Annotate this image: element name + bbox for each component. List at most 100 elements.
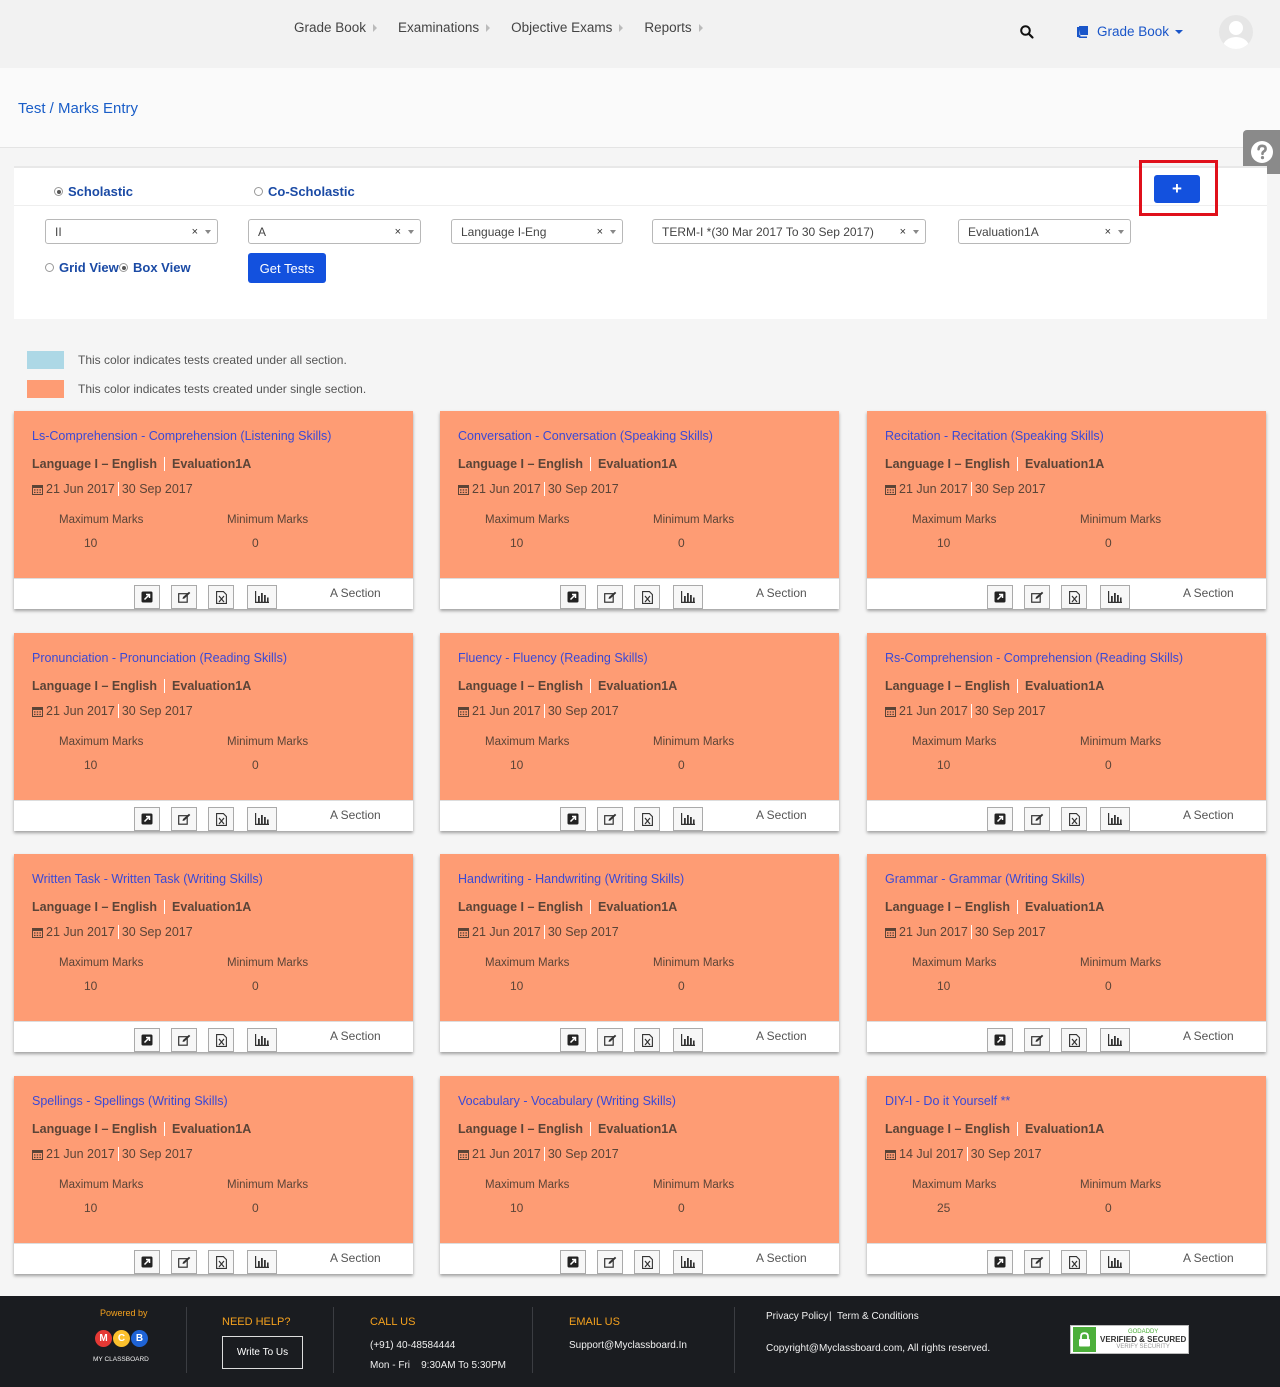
evaluation-select[interactable]: Evaluation1A ×: [958, 219, 1131, 244]
excel-export-button[interactable]: [634, 1250, 660, 1274]
get-tests-button[interactable]: Get Tests: [248, 253, 326, 283]
open-test-button[interactable]: [134, 1250, 160, 1274]
open-test-button[interactable]: [987, 1028, 1013, 1052]
test-title-link[interactable]: Handwriting - Handwriting (Writing Skill…: [458, 872, 684, 886]
open-test-button[interactable]: [134, 1028, 160, 1052]
open-test-button[interactable]: [134, 807, 160, 831]
edit-test-button[interactable]: [1024, 807, 1050, 831]
add-test-button[interactable]: +: [1154, 175, 1200, 203]
excel-export-button[interactable]: [634, 585, 660, 609]
user-avatar[interactable]: [1219, 15, 1253, 49]
edit-test-button[interactable]: [1024, 585, 1050, 609]
test-subject: Language I – English: [458, 1122, 584, 1136]
excel-export-button[interactable]: [634, 1028, 660, 1052]
excel-export-button[interactable]: [208, 1250, 234, 1274]
edit-test-button[interactable]: [171, 1250, 197, 1274]
test-title-link[interactable]: Grammar - Grammar (Writing Skills): [885, 872, 1085, 886]
edit-test-button[interactable]: [1024, 1028, 1050, 1052]
open-test-button[interactable]: [560, 1028, 586, 1052]
search-icon[interactable]: [1019, 24, 1035, 40]
report-chart-button[interactable]: [1100, 807, 1130, 831]
edit-test-button[interactable]: [1024, 1250, 1050, 1274]
test-title-link[interactable]: Pronunciation - Pronunciation (Reading S…: [32, 651, 287, 665]
edit-test-button[interactable]: [597, 1028, 623, 1052]
open-test-button[interactable]: [987, 807, 1013, 831]
section-select[interactable]: A ×: [248, 219, 421, 244]
card-actions: A Section: [867, 800, 1266, 831]
edit-test-button[interactable]: [597, 807, 623, 831]
open-test-button[interactable]: [560, 807, 586, 831]
excel-export-button[interactable]: [208, 585, 234, 609]
nav-objective-exams[interactable]: Objective Exams: [511, 20, 624, 35]
report-chart-button[interactable]: [673, 585, 703, 609]
test-title-link[interactable]: Vocabulary - Vocabulary (Writing Skills): [458, 1094, 676, 1108]
excel-export-button[interactable]: [1061, 807, 1087, 831]
test-title-link[interactable]: Spellings - Spellings (Writing Skills): [32, 1094, 228, 1108]
nav-grade-book[interactable]: Grade Book: [294, 20, 378, 35]
clear-icon[interactable]: ×: [900, 226, 906, 238]
excel-export-button[interactable]: [1061, 1250, 1087, 1274]
link-separator: |: [829, 1311, 832, 1322]
report-chart-button[interactable]: [673, 807, 703, 831]
report-chart-button[interactable]: [247, 1250, 277, 1274]
legend-text: This color indicates tests created under…: [78, 353, 347, 367]
email-us-heading: EMAIL US: [569, 1316, 620, 1328]
test-title-link[interactable]: Ls-Comprehension - Comprehension (Listen…: [32, 429, 331, 443]
report-chart-button[interactable]: [247, 585, 277, 609]
edit-test-button[interactable]: [171, 585, 197, 609]
open-test-button[interactable]: [987, 585, 1013, 609]
max-marks-label: Maximum Marks: [485, 957, 570, 969]
test-title-link[interactable]: Fluency - Fluency (Reading Skills): [458, 651, 648, 665]
scholastic-radio[interactable]: Scholastic: [54, 184, 133, 199]
class-select[interactable]: II ×: [45, 219, 218, 244]
excel-export-button[interactable]: [634, 807, 660, 831]
test-title-link[interactable]: DIY-I - Do it Yourself **: [885, 1094, 1010, 1108]
select-value: A: [258, 224, 267, 239]
open-test-button[interactable]: [134, 585, 160, 609]
mcb-logo[interactable]: M C B: [95, 1330, 149, 1347]
test-title-link[interactable]: Rs-Comprehension - Comprehension (Readin…: [885, 651, 1183, 665]
write-to-us-button[interactable]: Write To Us: [222, 1336, 303, 1369]
report-chart-button[interactable]: [1100, 585, 1130, 609]
nav-reports[interactable]: Reports: [644, 20, 703, 35]
excel-export-button[interactable]: [1061, 1028, 1087, 1052]
report-chart-button[interactable]: [247, 807, 277, 831]
godaddy-seal[interactable]: GODADDY VERIFIED & SECURED VERIFY SECURI…: [1070, 1325, 1189, 1354]
open-test-button[interactable]: [560, 585, 586, 609]
excel-export-button[interactable]: [208, 807, 234, 831]
report-chart-button[interactable]: [1100, 1250, 1130, 1274]
test-title-link[interactable]: Conversation - Conversation (Speaking Sk…: [458, 429, 713, 443]
clear-icon[interactable]: ×: [597, 226, 603, 238]
co-scholastic-radio[interactable]: Co-Scholastic: [254, 184, 355, 199]
edit-test-button[interactable]: [597, 1250, 623, 1274]
subject-select[interactable]: Language I-Eng ×: [451, 219, 623, 244]
excel-icon: [215, 1033, 227, 1047]
test-title-link[interactable]: Recitation - Recitation (Speaking Skills…: [885, 429, 1104, 443]
report-chart-button[interactable]: [1100, 1028, 1130, 1052]
clear-icon[interactable]: ×: [1105, 226, 1111, 238]
open-test-button[interactable]: [560, 1250, 586, 1274]
edit-test-button[interactable]: [171, 1028, 197, 1052]
report-chart-button[interactable]: [673, 1028, 703, 1052]
report-chart-button[interactable]: [247, 1028, 277, 1052]
box-view-radio[interactable]: Box View: [119, 260, 191, 275]
privacy-policy-link[interactable]: Privacy Policy: [766, 1311, 828, 1322]
report-chart-button[interactable]: [673, 1250, 703, 1274]
grade-book-dropdown[interactable]: Grade Book: [1077, 24, 1184, 39]
edit-test-button[interactable]: [171, 807, 197, 831]
excel-export-button[interactable]: [208, 1028, 234, 1052]
support-email-link[interactable]: Support@Myclassboard.In: [569, 1340, 687, 1351]
open-test-button[interactable]: [987, 1250, 1013, 1274]
terms-link[interactable]: Term & Conditions: [837, 1311, 919, 1322]
nav-examinations[interactable]: Examinations: [398, 20, 491, 35]
min-marks-label: Minimum Marks: [227, 957, 309, 969]
term-select[interactable]: TERM-I *(30 Mar 2017 To 30 Sep 2017) ×: [652, 219, 926, 244]
excel-export-button[interactable]: [1061, 585, 1087, 609]
clear-icon[interactable]: ×: [192, 226, 198, 238]
external-link-icon: [994, 813, 1006, 825]
test-title-link[interactable]: Written Task - Written Task (Writing Ski…: [32, 872, 263, 886]
grid-view-radio[interactable]: Grid View: [45, 260, 119, 275]
edit-test-button[interactable]: [597, 585, 623, 609]
test-dates: 21 Jun 2017 30 Sep 2017: [458, 925, 619, 939]
clear-icon[interactable]: ×: [395, 226, 401, 238]
